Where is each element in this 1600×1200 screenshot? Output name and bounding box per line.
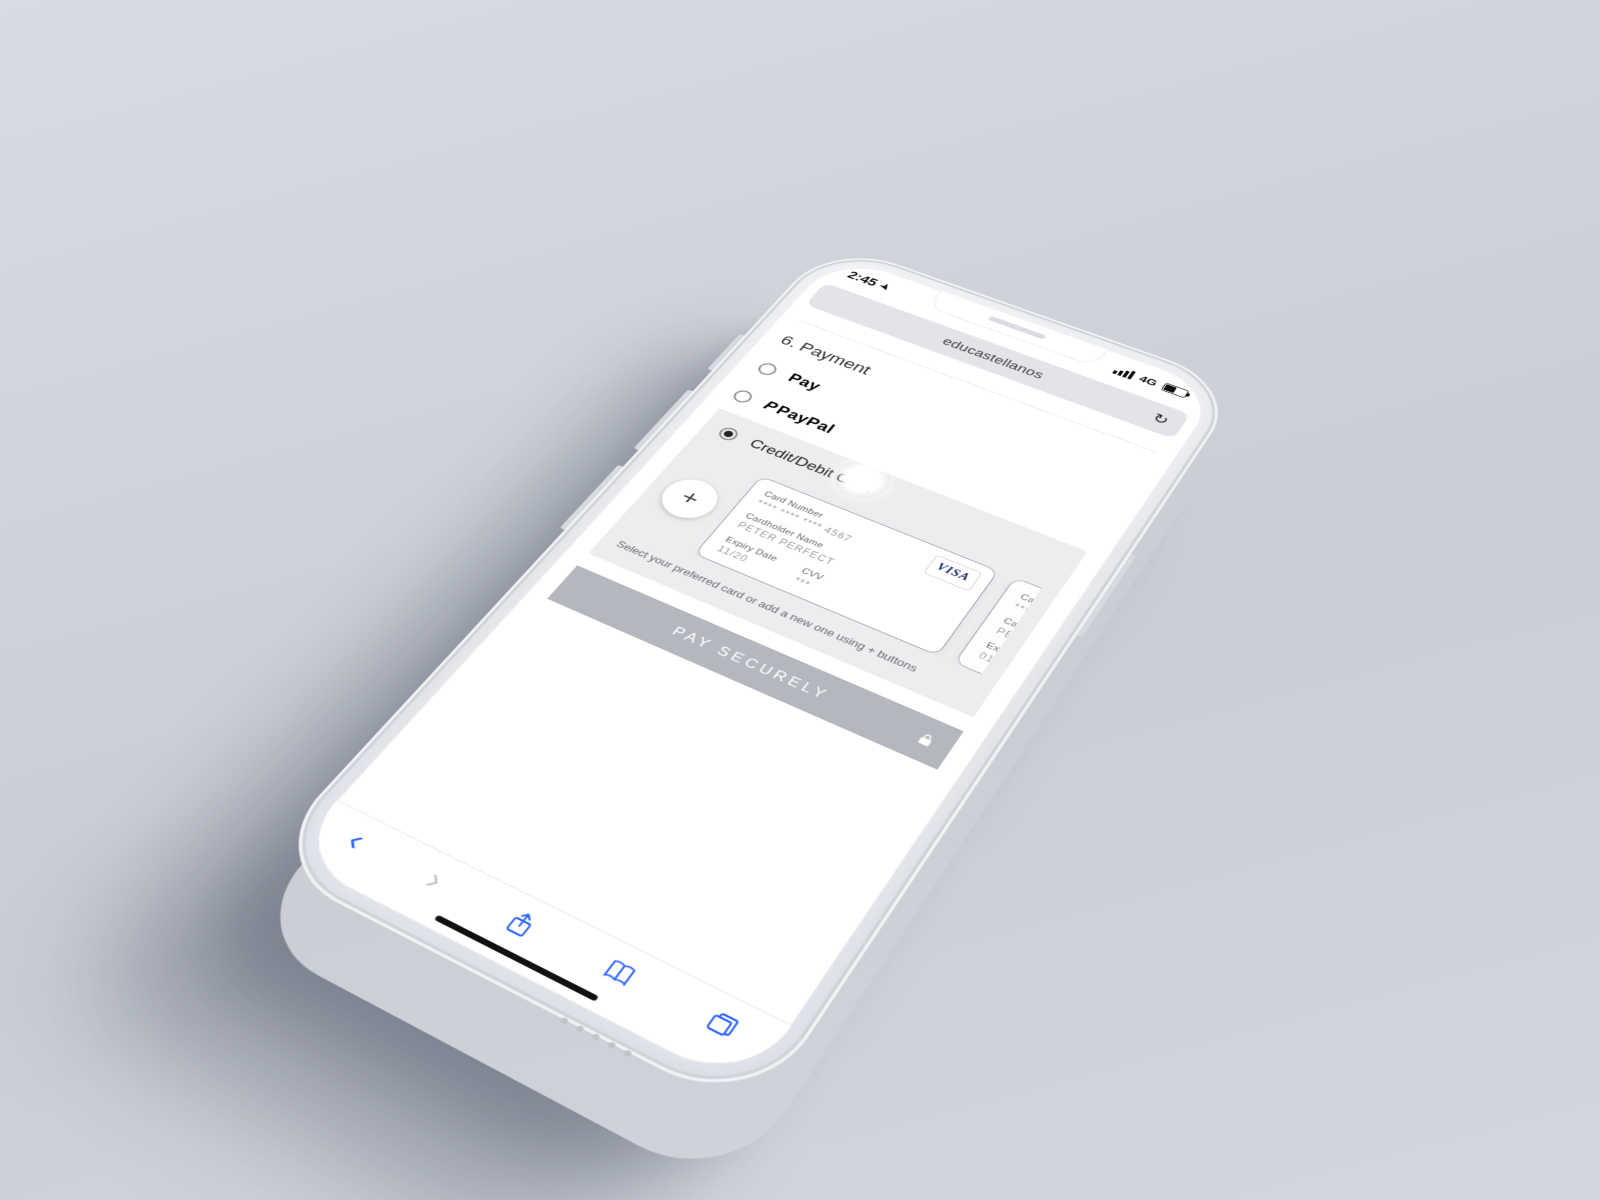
bookmarks-icon[interactable]: [599, 955, 641, 989]
lock-icon: [915, 731, 938, 749]
page-content: 6. Payment Pay PPayPal: [339, 303, 1184, 1023]
radio-card[interactable]: [716, 425, 742, 442]
apple-pay-label: Pay: [784, 371, 824, 394]
battery-icon: [1161, 383, 1190, 399]
network-type: 4G: [1137, 374, 1160, 389]
radio-paypal[interactable]: [731, 388, 756, 405]
status-time: 2:45: [845, 269, 881, 289]
add-card-button[interactable]: +: [651, 473, 727, 526]
saved-card-1[interactable]: VISA Card Number **** **** **** 4567 Car…: [694, 476, 999, 656]
back-button[interactable]: ‹: [338, 823, 375, 858]
reload-icon[interactable]: ↻: [1149, 410, 1173, 429]
tabs-icon[interactable]: [702, 1007, 743, 1041]
location-icon: ➤: [877, 283, 894, 292]
share-icon[interactable]: [502, 907, 541, 939]
forward-button[interactable]: ›: [417, 862, 453, 898]
radio-apple-pay[interactable]: [755, 361, 780, 377]
signal-icon: [1112, 365, 1136, 379]
pay-button-label: PAY SECURELY: [668, 624, 832, 704]
